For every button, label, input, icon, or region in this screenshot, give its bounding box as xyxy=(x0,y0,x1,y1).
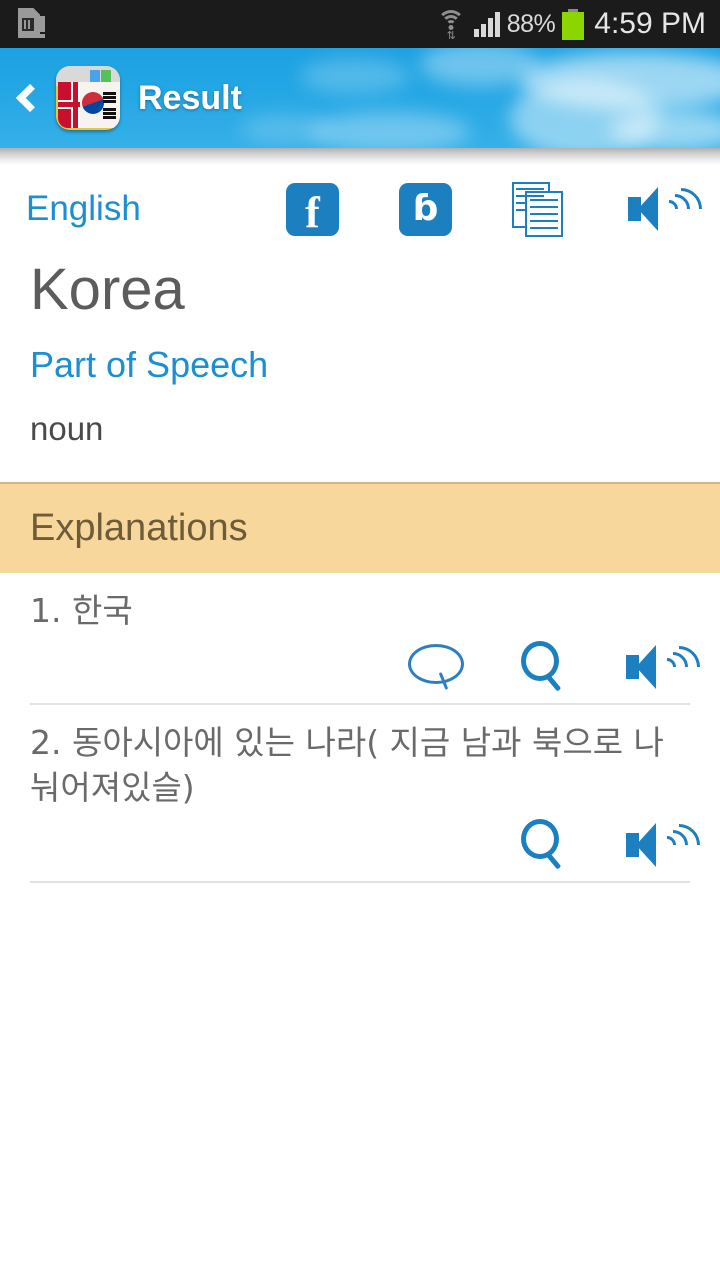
list-item[interactable]: 2. 동아시아에 있는 나라( 지금 남과 북으로 나눠어져있슬) xyxy=(30,705,709,883)
twitter-share-button[interactable]: ɓ xyxy=(399,182,452,236)
divider xyxy=(30,880,690,883)
speaker-icon[interactable] xyxy=(626,814,709,875)
status-bar: ⇅ 88% 4:59 PM xyxy=(0,0,720,48)
part-of-speech-label: Part of Speech xyxy=(30,344,269,385)
cellular-signal-icon xyxy=(473,11,500,37)
status-bar-right: ⇅ 88% 4:59 PM xyxy=(435,7,720,42)
app-bar-shadow xyxy=(0,148,720,165)
explanations-banner: Explanations xyxy=(0,481,720,573)
app-bar: Result xyxy=(0,48,720,148)
comment-icon[interactable] xyxy=(408,644,466,691)
list-item[interactable]: 1. 한국 xyxy=(30,573,709,706)
speaker-icon[interactable] xyxy=(626,637,709,698)
facebook-share-button[interactable]: f xyxy=(286,182,339,237)
language-label: English xyxy=(26,189,141,228)
explanation-actions xyxy=(30,633,709,703)
search-icon[interactable] xyxy=(521,818,571,871)
clock-label: 4:59 PM xyxy=(594,7,706,40)
explanation-text: 2. 동아시아에 있는 나라( 지금 남과 북으로 나눠어져있슬) xyxy=(30,723,664,807)
twitter-icon: ɓ xyxy=(412,188,439,229)
sim-card-alert-icon xyxy=(18,8,48,40)
word-section: Korea Part of Speech noun xyxy=(0,253,720,447)
explanations-list: 1. 한국 2. 동아시아에 있는 나라( 지금 남과 북으로 나눠어져있슬) xyxy=(0,573,720,883)
back-chevron-icon xyxy=(15,83,45,113)
wifi-icon: ⇅ xyxy=(435,9,467,42)
explanations-banner-title: Explanations xyxy=(30,506,248,549)
share-actions: f ɓ xyxy=(286,179,711,239)
search-icon[interactable] xyxy=(521,641,571,693)
headword: Korea xyxy=(30,257,185,322)
explanation-actions xyxy=(30,811,709,881)
status-bar-left xyxy=(0,8,48,40)
dictionary-app-icon xyxy=(56,66,120,130)
explanation-text: 1. 한국 xyxy=(30,590,133,630)
share-row: English f ɓ xyxy=(0,165,720,253)
back-button[interactable] xyxy=(0,48,54,148)
part-of-speech-value: noun xyxy=(30,409,104,447)
copy-button[interactable] xyxy=(512,181,568,237)
speak-button[interactable] xyxy=(628,179,711,239)
battery-percent-label: 88% xyxy=(506,9,556,38)
page-title: Result xyxy=(138,78,242,117)
battery-icon xyxy=(562,8,585,40)
app-screen: ⇅ 88% 4:59 PM Result English f ɓ Korea P… xyxy=(0,0,720,1280)
facebook-icon: f xyxy=(305,188,320,237)
